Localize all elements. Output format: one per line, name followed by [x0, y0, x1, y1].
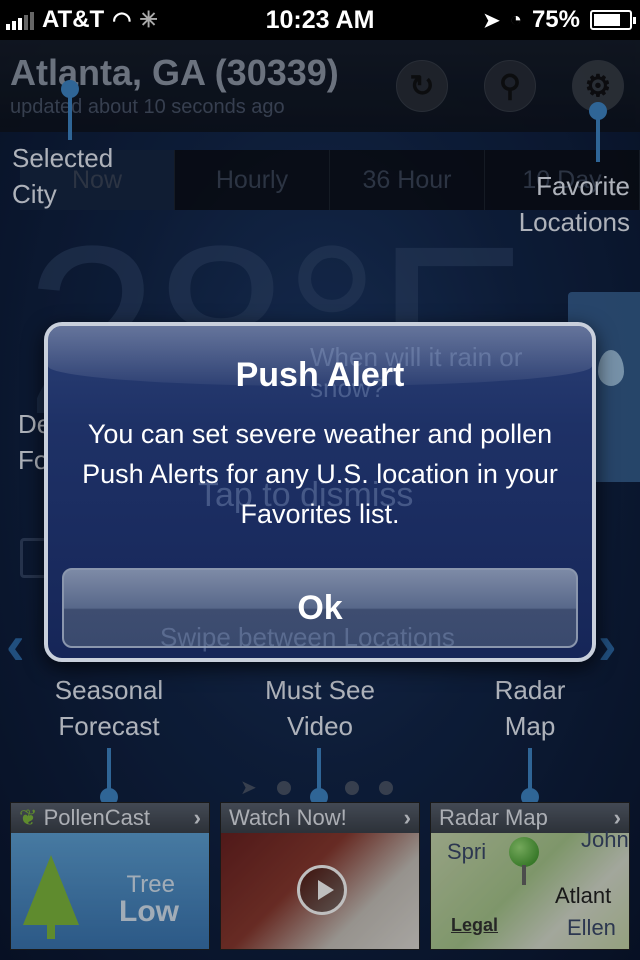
status-right: ➤ ◔ 75% — [483, 0, 636, 40]
location-arrow-icon: ➤ — [483, 9, 500, 32]
status-bar: AT&T ◠ ✳ 10:23 AM ➤ ◔ 75% — [0, 0, 640, 40]
swipe-hint-ghost: Swipe between Locations — [160, 622, 455, 652]
alert-title: Push Alert — [235, 356, 405, 394]
push-alert-dialog: When will it rain or snow? Tap to dismis… — [44, 322, 596, 662]
alert-message: You can set severe weather and pollen Pu… — [82, 419, 558, 529]
battery-icon — [590, 10, 636, 30]
battery-fill — [594, 14, 620, 26]
alarm-clock-icon: ◔ — [509, 8, 522, 31]
app-root: AT&T ◠ ✳ 10:23 AM ➤ ◔ 75% Atlanta, GA (3… — [0, 0, 640, 960]
battery-percent: 75% — [531, 6, 580, 33]
